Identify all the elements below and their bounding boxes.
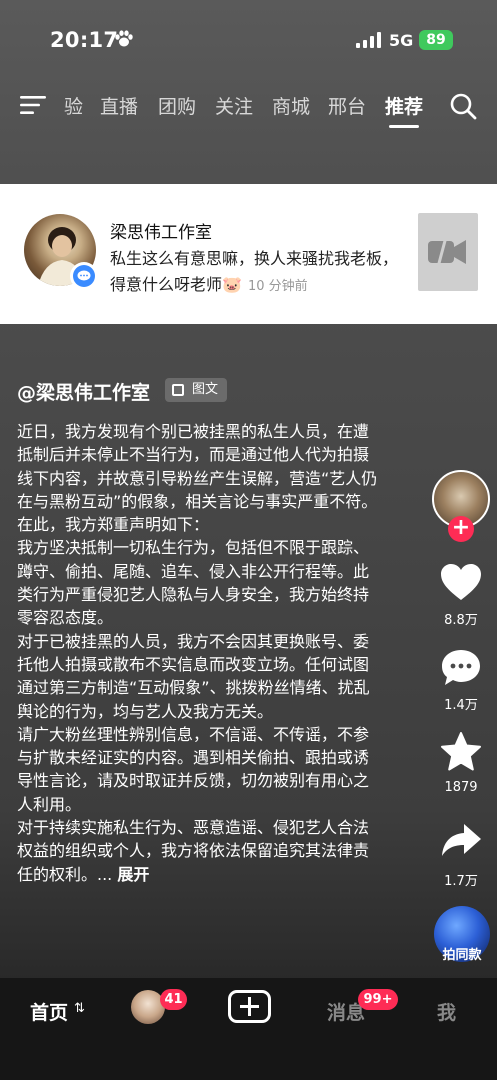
paragraph-last: 对于持续实施私生行为、恶意造谣、侵犯艺人合法权益的组织或个人，我方将依法保留追究… (17, 816, 381, 886)
shoot-same-label[interactable]: 拍同款 (434, 944, 490, 963)
chat-bubble-icon (73, 265, 95, 287)
friends-badge: 41 (160, 989, 187, 1010)
sender-name: 梁思伟工作室 (110, 223, 212, 243)
share-icon[interactable] (440, 822, 482, 858)
paragraph: 在此，我方郑重声明如下： (17, 515, 210, 535)
tab-home[interactable]: 首页 (30, 998, 68, 1025)
refresh-icon: ⇅ (74, 1001, 85, 1016)
menu-icon[interactable] (20, 95, 46, 115)
star-icon[interactable] (440, 732, 482, 772)
paw-icon (115, 30, 133, 47)
expand-button[interactable]: 展开 (117, 865, 149, 884)
like-count: 8.8万 (444, 613, 478, 628)
battery-indicator: 89 (419, 30, 453, 50)
post-description: 近日，我方发现有个别已被挂黑的私生人员，在遭抵制后并未停止不当行为，而是通过他人… (17, 420, 381, 886)
paragraph: 我方坚决抵制一切私生行为，包括但不限于跟踪、蹲守、偷拍、尾随、追车、侵入非公开行… (17, 538, 370, 628)
post-type-label: 图文 (192, 382, 219, 397)
tab-local[interactable]: 邢台 (328, 92, 366, 119)
message-time: 10 分钟前 (247, 279, 308, 294)
author-handle[interactable]: @梁思伟工作室 (17, 378, 150, 405)
comment-icon[interactable] (440, 648, 482, 688)
message-thumbnail (418, 213, 478, 291)
message-notification[interactable]: 梁思伟工作室 私生这么有意思嘛，换人来骚扰我老板，得意什么呀老师🐷 10 分钟前 (0, 184, 497, 324)
tab-mall[interactable]: 商城 (272, 92, 310, 119)
status-time: 20:17 (50, 28, 119, 52)
active-tab-indicator (389, 125, 419, 128)
comment-count: 1.4万 (444, 698, 478, 713)
paragraph: 请广大粉丝理性辨别信息，不信谣、不传谣，不参与扩散未经证实的内容。遇到相关偷拍、… (17, 724, 370, 814)
battery-level: 89 (426, 32, 446, 48)
tab-live[interactable]: 直播 (100, 92, 138, 119)
bottom-tab-bar: 首页 ⇅ 41 消息 99+ 我 (0, 978, 497, 1080)
search-icon[interactable] (449, 92, 477, 120)
heart-icon[interactable] (440, 563, 482, 601)
create-button[interactable] (228, 990, 271, 1023)
tab-me[interactable]: 我 (437, 998, 456, 1025)
paragraph: 对于持续实施私生行为、恶意造谣、侵犯艺人合法权益的组织或个人，我方将依法保留追究… (17, 818, 370, 884)
tab-recommend[interactable]: 推荐 (385, 92, 423, 119)
top-nav: 验 直播 团购 关注 商城 邢台 推荐 (0, 80, 497, 130)
status-bar: 20:17 5G 89 (0, 0, 497, 80)
video-camera-icon (428, 236, 466, 268)
tab-group-buy[interactable]: 团购 (158, 92, 196, 119)
image-text-icon (172, 384, 184, 396)
message-preview: 私生这么有意思嘛，换人来骚扰我老板，得意什么呀老师🐷 10 分钟前 (110, 246, 410, 300)
post-type-tag: 图文 (165, 378, 227, 402)
messages-badge: 99+ (358, 989, 398, 1010)
follow-button[interactable]: + (448, 516, 474, 542)
tab-following[interactable]: 关注 (215, 92, 253, 119)
paragraph: 对于已被挂黑的人员，我方不会因其更换账号、委托他人拍摄或散布不实信息而改变立场。… (17, 631, 370, 721)
network-type: 5G (389, 31, 414, 50)
signal-icon (356, 32, 381, 48)
message-badge (70, 262, 98, 290)
plus-icon-vertical (248, 997, 251, 1016)
paragraph: 近日，我方发现有个别已被挂黑的私生人员，在遭抵制后并未停止不当行为，而是通过他人… (17, 422, 378, 511)
share-count: 1.7万 (444, 874, 478, 889)
tab-experience[interactable]: 验 (64, 92, 83, 119)
favorite-count: 1879 (444, 780, 478, 795)
